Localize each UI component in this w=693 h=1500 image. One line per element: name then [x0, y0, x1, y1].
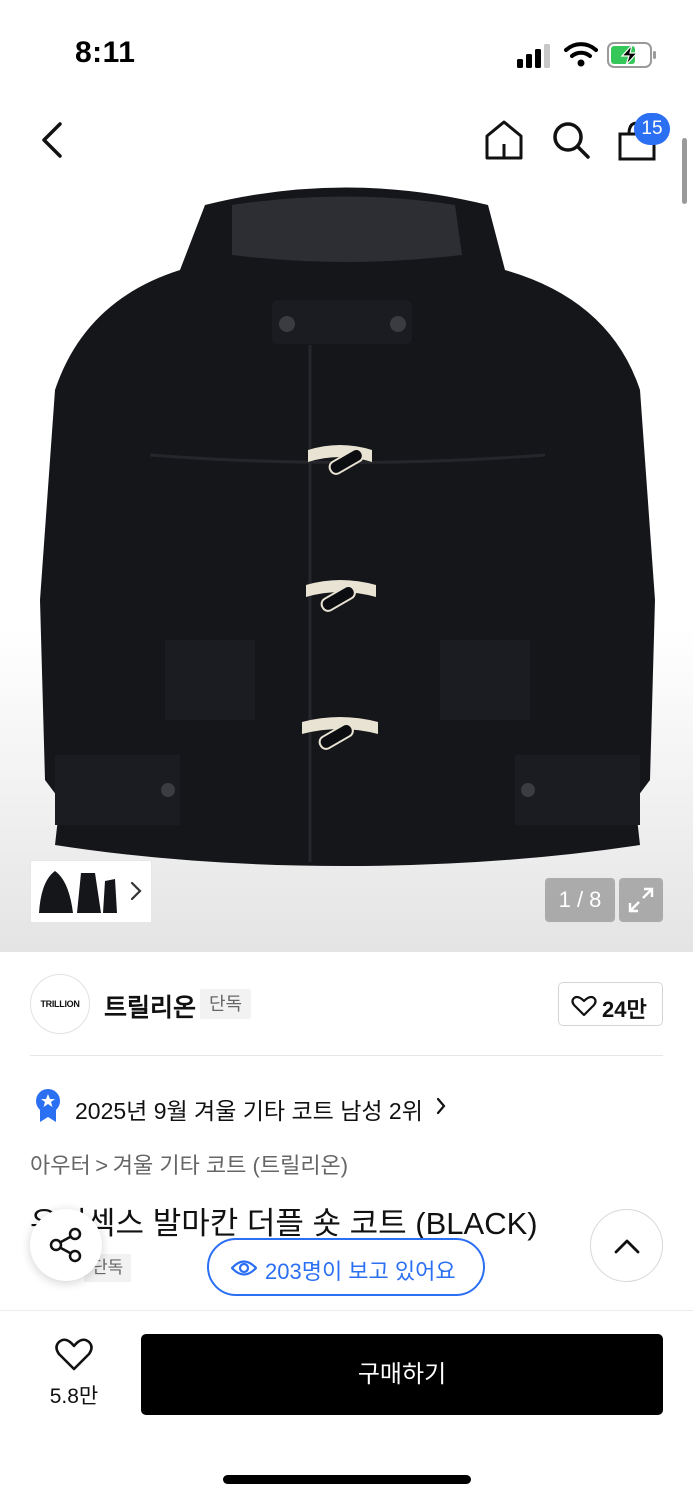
product-title: 유니섹스 발마칸 더플 숏 코트 (BLACK): [30, 1206, 538, 1241]
image-page-counter: 1 / 8: [545, 878, 615, 922]
cart-count-badge: 15: [634, 113, 670, 145]
home-indicator: [223, 1475, 471, 1484]
brand-like-count: 24만: [602, 997, 647, 1022]
heart-icon: [55, 1338, 93, 1371]
cellular-signal-icon: [517, 44, 550, 68]
viewers-text: 203명이 보고 있어요: [265, 1259, 456, 1284]
buy-button[interactable]: 구매하기: [141, 1334, 663, 1415]
wishlist-count: 5.8만: [49, 1385, 99, 1408]
divider: [30, 1055, 663, 1056]
wifi-icon: [564, 42, 598, 67]
status-time: 8:11: [75, 36, 136, 69]
share-button[interactable]: [30, 1209, 102, 1281]
expand-icon: [628, 887, 654, 913]
breadcrumb-item-outer[interactable]: 아우터: [30, 1153, 91, 1178]
thumbnail-image: [39, 871, 117, 913]
exclusive-tag: 단독: [200, 989, 252, 1019]
search-icon[interactable]: [550, 118, 592, 162]
scrollbar: [682, 138, 687, 204]
expand-image-button[interactable]: [619, 878, 663, 922]
back-arrow-icon[interactable]: [38, 118, 68, 162]
eye-icon: [231, 1260, 257, 1276]
chevron-right-icon[interactable]: [128, 880, 144, 902]
viewers-count-pill[interactable]: 203명이 보고 있어요: [207, 1238, 485, 1296]
ranking-badge-icon: [36, 1089, 60, 1122]
breadcrumb-separator: >: [95, 1153, 109, 1178]
breadcrumb: 아우터 > 겨울 기타 코트 (트릴리온): [30, 1148, 348, 1180]
share-icon: [49, 1227, 82, 1263]
chevron-right-icon: [436, 1097, 446, 1115]
brand-like-button[interactable]: 24만: [558, 982, 663, 1026]
duffle-coat-image: [40, 187, 655, 866]
heart-icon: [571, 995, 597, 1017]
status-bar: 8:11: [0, 0, 693, 100]
brand-logo[interactable]: TRILLION: [30, 974, 90, 1034]
home-icon[interactable]: [483, 118, 525, 162]
chevron-up-icon: [614, 1239, 640, 1254]
breadcrumb-item-category[interactable]: 겨울 기타 코트 (트릴리온): [113, 1153, 348, 1178]
brand-name[interactable]: 트릴리온: [104, 988, 196, 1024]
ranking-text: 2025년 9월 겨울 기타 코트 남성 2위: [75, 1098, 423, 1124]
product-image[interactable]: [0, 100, 693, 952]
battery-charging-icon: [607, 42, 656, 68]
scroll-to-top-button[interactable]: [590, 1209, 663, 1282]
